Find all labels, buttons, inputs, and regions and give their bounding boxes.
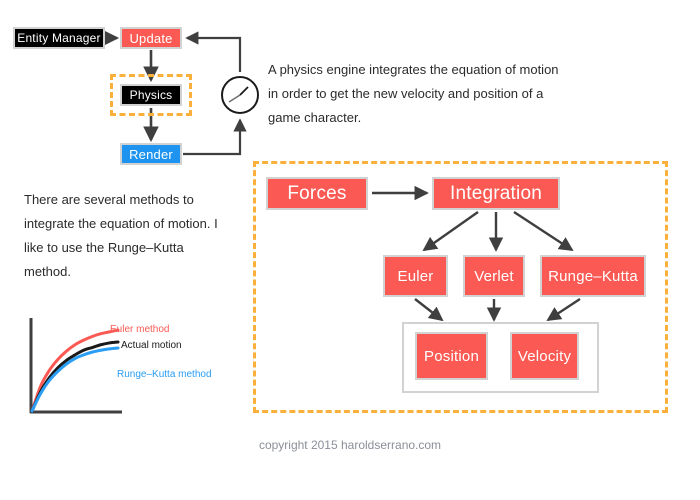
chart-series-euler [30,328,120,413]
chart-legend-euler: Euler method [110,324,170,335]
diagram-canvas: Entity Manager Update Physics Render A p… [0,0,700,500]
copyright-text: copyright 2015 haroldserrano.com [258,438,442,452]
chart-legend-actual-motion: Actual motion [121,340,182,351]
chart-legend-runge-kutta: Runge–Kutta method [117,369,212,380]
integration-accuracy-chart [29,318,122,414]
